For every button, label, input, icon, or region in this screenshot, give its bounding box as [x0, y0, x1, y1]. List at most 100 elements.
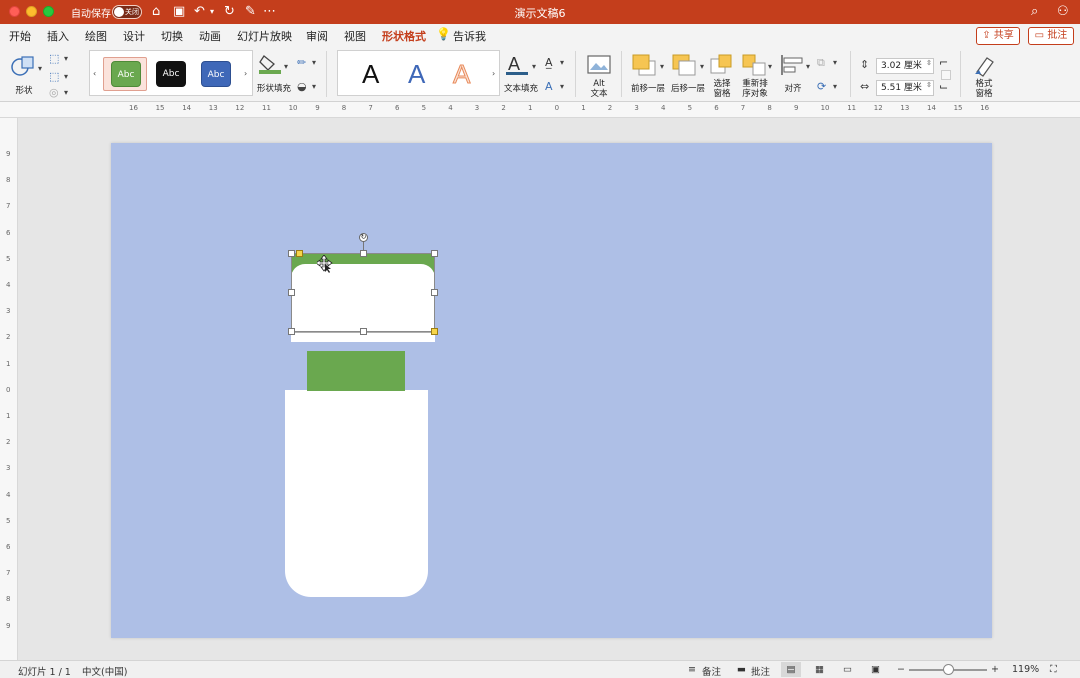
chevron-down-icon: ▾ [284, 62, 289, 71]
ruler-tick-label: 4 [448, 104, 453, 112]
send-backward-button[interactable]: ▾ 后移一层 [668, 50, 706, 98]
search-icon[interactable]: ⌕ [1031, 4, 1038, 20]
ruler-tick-label: 16 [129, 104, 138, 112]
text-box-icon[interactable]: ⬚ [49, 70, 59, 84]
language-indicator[interactable]: 中文(中国) [82, 664, 127, 678]
slideshow-icon[interactable]: ▣ [871, 664, 880, 675]
bring-forward-label: 前移一层 [630, 84, 665, 94]
reorder-objects-button[interactable]: ▾ 重新排 序对象 [738, 50, 774, 99]
ruler-tick-label: 3 [634, 104, 639, 112]
comments-status-button[interactable]: 批注 [751, 664, 770, 678]
wordart-style-orange[interactable]: A [452, 59, 470, 90]
ruler-tick-label: 5 [6, 254, 11, 263]
merge-shapes-icon[interactable]: ◎ [49, 86, 59, 100]
lock-aspect-ratio-checkbox[interactable] [941, 70, 951, 80]
alt-text-icon [587, 55, 611, 74]
gallery-next-icon[interactable]: › [492, 69, 495, 78]
ribbon-tabs: 开始 插入 绘图 设计 切换 动画 幻灯片放映 审阅 视图 形状格式 💡 告诉我 [0, 24, 1080, 48]
account-icon[interactable]: ⚇ [1057, 4, 1069, 20]
tab-view[interactable]: 视图 [344, 28, 366, 44]
zoom-slider-thumb[interactable] [943, 664, 954, 675]
rotate-handle-icon[interactable]: ↻ [359, 233, 368, 242]
text-fill-button[interactable]: A ▾ 文本填充 [502, 50, 538, 96]
slide-sorter-icon[interactable]: ▦ [815, 664, 824, 675]
rotate-icon[interactable]: ⟳ [817, 80, 826, 94]
notes-icon: ≡ [688, 664, 696, 675]
shape-outline-icon[interactable]: ✏ [297, 56, 306, 70]
adjust-handle[interactable] [431, 328, 438, 335]
resize-handle[interactable] [431, 289, 438, 296]
chevron-down-icon: ▾ [64, 88, 69, 97]
notes-button[interactable]: 备注 [702, 664, 721, 678]
text-effects-icon[interactable]: A [545, 80, 553, 94]
resize-handle[interactable] [288, 328, 295, 335]
tab-animations[interactable]: 动画 [199, 28, 221, 44]
reading-view-icon[interactable]: ▭ [843, 664, 852, 675]
gallery-next-icon[interactable]: › [244, 69, 247, 78]
chevron-down-icon: ▾ [64, 54, 69, 63]
gallery-prev-icon[interactable]: ‹ [93, 69, 96, 78]
ruler-tick-label: 15 [953, 104, 963, 112]
resize-handle[interactable] [288, 289, 295, 296]
ruler-tick-label: 5 [687, 104, 693, 112]
shape-style-green[interactable]: Abc [111, 61, 141, 87]
tab-review[interactable]: 审阅 [306, 28, 328, 44]
zoom-level[interactable]: 119% [1012, 664, 1039, 675]
tab-draw[interactable]: 绘图 [85, 28, 107, 44]
share-button[interactable]: ⇪ 共享 [976, 27, 1020, 45]
tab-shape-format[interactable]: 形状格式 [382, 28, 426, 48]
tab-tell-me[interactable]: 告诉我 [453, 28, 486, 44]
ruler-tick-label: 10 [288, 104, 298, 112]
chevron-down-icon: ▾ [312, 82, 317, 91]
edit-shape-icon[interactable]: ⬚ [49, 52, 59, 66]
resize-handle[interactable] [360, 250, 367, 257]
tab-home[interactable]: 开始 [9, 28, 31, 44]
zoom-in-icon[interactable]: + [991, 664, 999, 675]
align-button[interactable]: ▾ 对齐 [776, 50, 812, 98]
tab-slideshow[interactable]: 幻灯片放映 [237, 28, 292, 44]
resize-handle[interactable] [360, 328, 367, 335]
resize-handle[interactable] [288, 250, 295, 257]
shape-style-black[interactable]: Abc [156, 61, 186, 87]
svg-text:A: A [508, 54, 520, 74]
comments-button[interactable]: ▭ 批注 [1028, 27, 1074, 45]
format-pane-button[interactable]: 格式 窗格 [968, 50, 1000, 99]
height-stepper-icon[interactable]: ⇳ [926, 59, 932, 67]
ruler-tick-label: 2 [607, 104, 613, 112]
shape-fill-button[interactable]: ▾ 形状填充 [254, 50, 294, 96]
shape-style-blue[interactable]: Abc [201, 61, 231, 87]
tab-insert[interactable]: 插入 [47, 28, 69, 44]
ruler-tick-label: 11 [262, 104, 271, 112]
ruler-tick-label: 7 [368, 104, 373, 112]
text-outline-icon[interactable]: A̲ [545, 56, 553, 70]
status-bar: 幻灯片 1 / 1 中文(中国) ≡ 备注 ▬ 批注 ▤ ▦ ▭ ▣ − + 1… [0, 660, 1080, 678]
tab-transitions[interactable]: 切换 [161, 28, 183, 44]
ruler-tick-label: 4 [6, 281, 11, 289]
adjust-handle[interactable] [296, 250, 303, 257]
jar-neck-shape[interactable] [307, 351, 405, 391]
share-icon: ⇪ [982, 30, 994, 41]
wordart-style-blue[interactable]: A [408, 59, 425, 89]
bring-forward-button[interactable]: ▾ 前移一层 [628, 50, 666, 98]
ruler-tick-label: 5 [6, 516, 11, 525]
group-icon[interactable]: ⧉ [817, 56, 825, 70]
lightbulb-icon: 💡 [436, 27, 451, 41]
slide-canvas[interactable]: ↻ [111, 143, 992, 638]
lock-aspect-bracket-icon: ⌙ [939, 80, 949, 93]
tab-design[interactable]: 设计 [123, 28, 145, 44]
ruler-tick-label: 3 [6, 307, 11, 316]
chevron-down-icon: ▾ [833, 82, 838, 91]
jar-body-shape[interactable] [285, 390, 428, 597]
normal-view-icon[interactable]: ▤ [781, 662, 801, 677]
fit-slide-icon[interactable]: ⛶ [1050, 664, 1057, 675]
resize-handle[interactable] [431, 250, 438, 257]
selection-pane-button[interactable]: 选择 窗格 [708, 50, 736, 99]
alt-text-button[interactable]: Alt 文本 [585, 50, 613, 99]
shapes-button[interactable]: ▾ 形状 [8, 52, 44, 96]
zoom-out-icon[interactable]: − [897, 664, 905, 675]
shape-effects-icon[interactable]: ◒ [297, 80, 307, 94]
chevron-down-icon: ▾ [38, 64, 43, 73]
format-pane-label: 格式 窗格 [975, 79, 993, 99]
width-stepper-icon[interactable]: ⇳ [926, 81, 932, 89]
wordart-style-black[interactable]: A [362, 59, 379, 89]
